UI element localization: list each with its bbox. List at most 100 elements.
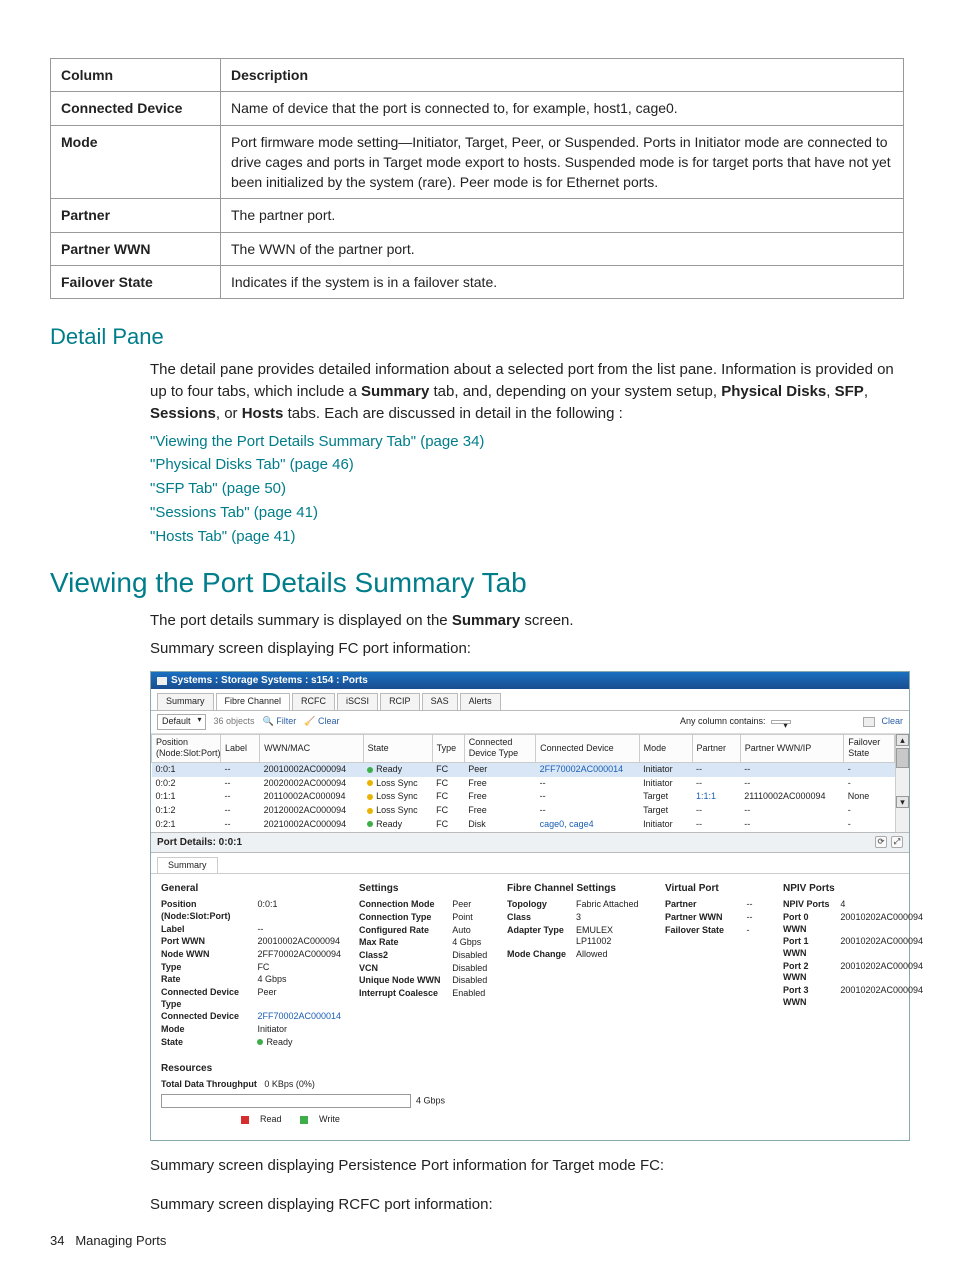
kv-key: Port 2 WWN <box>783 961 830 984</box>
text: , or <box>216 405 242 422</box>
list-cell: -- <box>221 790 260 804</box>
link-summary-tab[interactable]: "Viewing the Port Details Summary Tab" (… <box>150 433 484 450</box>
read-swatch-icon <box>241 1116 249 1124</box>
kv-value: 2FF70002AC000014 <box>257 1011 341 1023</box>
scroll-down-icon[interactable]: ▾ <box>896 796 909 808</box>
write-swatch-icon <box>300 1116 308 1124</box>
filter-link[interactable]: 🔍 Filter <box>263 716 297 728</box>
template-select[interactable]: Default <box>157 714 206 730</box>
top-tab[interactable]: Alerts <box>460 693 501 710</box>
kv-key: Port 3 WWN <box>783 985 830 1008</box>
refresh-icon[interactable]: ⟳ <box>875 836 887 848</box>
list-cell: 20120002AC000094 <box>260 804 364 818</box>
kv-value: 4 Gbps <box>452 937 489 949</box>
clear-link[interactable]: 🧹 Clear <box>304 716 339 728</box>
list-cell: None <box>844 790 895 804</box>
kv-value: 20010002AC000094 <box>257 936 341 948</box>
kv-value: -- <box>747 912 765 924</box>
list-scrollbar[interactable]: ▴ ▾ <box>895 734 909 832</box>
list-column-header[interactable]: Connected Device <box>536 734 640 762</box>
list-row[interactable]: 0:1:2--20120002AC000094Loss SyncFCFree--… <box>152 804 895 818</box>
top-tab[interactable]: Summary <box>157 693 214 710</box>
list-column-header[interactable]: Partner WWN/IP <box>740 734 844 762</box>
top-tab[interactable]: RCFC <box>292 693 335 710</box>
scroll-up-icon[interactable]: ▴ <box>896 734 909 746</box>
table-row: Connected DeviceName of device that the … <box>51 92 904 125</box>
text-bold: Physical Disks <box>721 383 826 400</box>
throughput-value: 0 KBps (0%) <box>264 1079 315 1089</box>
clear-right-link[interactable]: Clear <box>881 716 903 728</box>
top-tab[interactable]: iSCSI <box>337 693 378 710</box>
kv-value: Auto <box>452 925 489 937</box>
kv-key: Label <box>161 924 247 936</box>
link-sfp-tab[interactable]: "SFP Tab" (page 50) <box>150 480 286 497</box>
vport-block: Virtual Port Partner--Partner WWN--Failo… <box>665 882 765 1048</box>
table-row: ModePort firmware mode setting—Initiator… <box>51 125 904 199</box>
kv-value: 0:0:1 <box>257 899 341 922</box>
object-count: 36 objects <box>214 716 255 728</box>
list-column-header[interactable]: Position (Node:Slot:Port) <box>152 734 221 762</box>
list-column-header[interactable]: Type <box>432 734 464 762</box>
kv-value: FC <box>257 962 341 974</box>
fcs-block: Fibre Channel Settings TopologyFabric At… <box>507 882 647 1048</box>
kv-value: 20010202AC000094 <box>840 961 923 984</box>
list-cell: -- <box>740 763 844 777</box>
list-row[interactable]: 0:0:2--20020002AC000094Loss SyncFCFree--… <box>152 777 895 791</box>
export-icon[interactable] <box>863 717 875 727</box>
kv-key: Rate <box>161 974 247 986</box>
kv-value: Point <box>452 912 489 924</box>
list-cell: -- <box>692 818 740 832</box>
ports-list-table: Position (Node:Slot:Port)LabelWWN/MACSta… <box>151 734 895 832</box>
list-cell: -- <box>740 777 844 791</box>
top-tab[interactable]: Fibre Channel <box>216 693 291 710</box>
kv-key: Type <box>161 962 247 974</box>
tab-summary-detail[interactable]: Summary <box>157 857 218 874</box>
list-cell: 21110002AC000094 <box>740 790 844 804</box>
list-column-header[interactable]: Connected Device Type <box>464 734 535 762</box>
list-row[interactable]: 0:1:1--20110002AC000094Loss SyncFCFree--… <box>152 790 895 804</box>
port-details-title: Port Details: 0:0:1 <box>157 836 242 849</box>
list-cell: Free <box>464 777 535 791</box>
table-row: Partner WWNThe WWN of the partner port. <box>51 232 904 265</box>
list-cell: FC <box>432 763 464 777</box>
list-cell: - <box>844 777 895 791</box>
anycol-label: Any column contains: <box>680 716 766 728</box>
list-cell: 20020002AC000094 <box>260 777 364 791</box>
throughput-legend: Read Write <box>241 1114 899 1128</box>
scroll-thumb[interactable] <box>896 748 909 768</box>
text: tabs. Each are discussed in detail in th… <box>283 405 622 422</box>
list-row[interactable]: 0:0:1--20010002AC000094ReadyFCPeer2FF700… <box>152 763 895 777</box>
column-description-table: Column Description Connected DeviceName … <box>50 58 904 299</box>
detail-pane-links: "Viewing the Port Details Summary Tab" (… <box>150 431 904 548</box>
kv-value: EMULEX LP11002 <box>576 925 647 948</box>
kv-value: Ready <box>257 1037 341 1049</box>
list-row[interactable]: 0:2:1--20210002AC000094ReadyFCDiskcage0,… <box>152 818 895 832</box>
list-cell: 1:1:1 <box>692 790 740 804</box>
clear-label: Clear <box>318 716 340 726</box>
list-column-header[interactable]: Label <box>221 734 260 762</box>
expand-icon[interactable]: ⤢ <box>891 836 903 848</box>
kv-key: Position (Node:Slot:Port) <box>161 899 247 922</box>
kv-key: Connected Device <box>161 1011 247 1023</box>
list-column-header[interactable]: WWN/MAC <box>260 734 364 762</box>
kv-key: Class2 <box>359 950 442 962</box>
list-column-header[interactable]: Partner <box>692 734 740 762</box>
anycol-select[interactable] <box>771 720 791 724</box>
kv-value: - <box>747 925 765 937</box>
column-desc: Port firmware mode setting—Initiator, Ta… <box>221 125 904 199</box>
list-cell: 20010002AC000094 <box>260 763 364 777</box>
kv-value: Allowed <box>576 949 647 961</box>
top-tab[interactable]: RCIP <box>380 693 420 710</box>
list-column-header[interactable]: Mode <box>639 734 692 762</box>
list-column-header[interactable]: Failover State <box>844 734 895 762</box>
list-cell: Free <box>464 804 535 818</box>
link-physical-disks-tab[interactable]: "Physical Disks Tab" (page 46) <box>150 456 354 473</box>
link-sessions-tab[interactable]: "Sessions Tab" (page 41) <box>150 504 318 521</box>
top-tab[interactable]: SAS <box>422 693 458 710</box>
resources-title: Resources <box>161 1062 899 1075</box>
list-cell: -- <box>221 804 260 818</box>
link-hosts-tab[interactable]: "Hosts Tab" (page 41) <box>150 528 295 545</box>
list-column-header[interactable]: State <box>363 734 432 762</box>
kv-key: Port 1 WWN <box>783 936 830 959</box>
list-cell: Initiator <box>639 777 692 791</box>
